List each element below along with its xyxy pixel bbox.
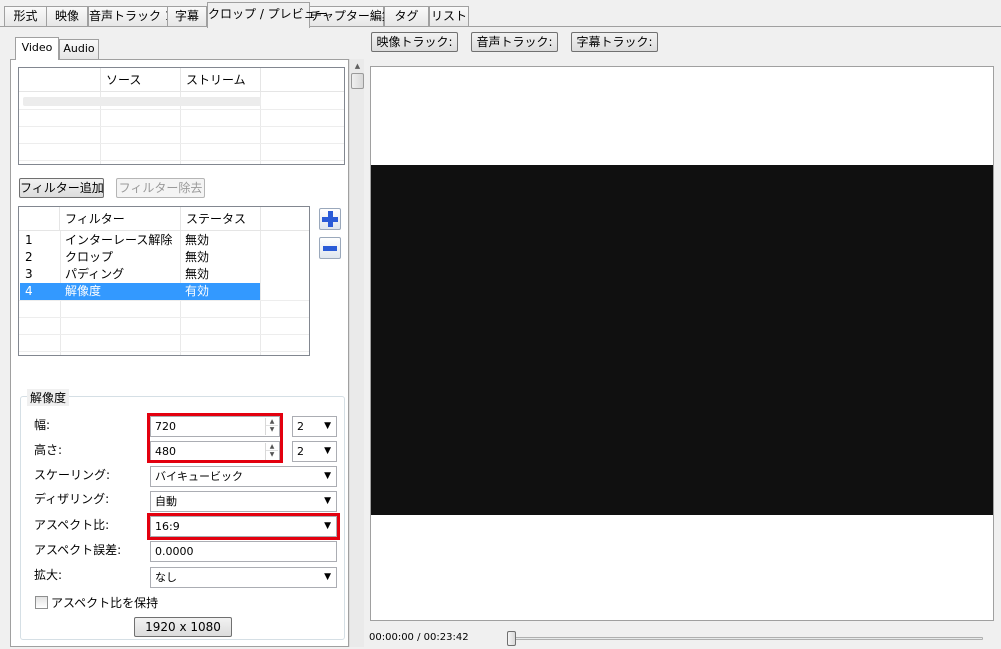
dither-select[interactable]: 自動 ▼ <box>150 491 337 512</box>
tab-video[interactable]: 映像 <box>46 6 88 27</box>
filter-row-number: 1 <box>25 233 33 247</box>
plus-icon <box>322 211 338 227</box>
preset-resolution-button[interactable]: 1920 x 1080 <box>134 617 232 637</box>
tab-subtitles[interactable]: 字幕 <box>167 6 207 27</box>
tab-audio-track-1[interactable]: 音声トラック 1 <box>88 6 172 27</box>
filter-row-status: 無効 <box>185 250 210 264</box>
dither-value: 自動 <box>155 495 177 508</box>
aspect-error-value: 0.0000 <box>155 545 194 558</box>
highlight-box-aspect <box>147 513 340 540</box>
filter-col-status[interactable]: ステータス <box>181 207 261 231</box>
zoom-select[interactable]: なし ▼ <box>150 567 337 588</box>
main-tab-bar: 形式 映像 音声トラック 1 字幕 クロップ / プレビュー チャプター編集 タ… <box>0 0 1001 28</box>
source-list-header: ソース ストリーム <box>19 68 344 92</box>
zoom-value: なし <box>155 571 177 584</box>
tab-format[interactable]: 形式 <box>4 6 47 27</box>
height-label: 高さ: <box>34 443 63 457</box>
tab-tags[interactable]: タグ <box>384 6 429 27</box>
filter-row-status: 無効 <box>185 267 210 281</box>
video-track-button[interactable]: 映像トラック: <box>371 32 458 52</box>
scaling-label: スケーリング: <box>34 468 111 482</box>
aspect-ratio-label: アスペクト比: <box>34 518 110 532</box>
filter-list-header: フィルター ステータス <box>19 207 309 231</box>
filter-row-name: 解像度 <box>60 283 180 300</box>
resolution-group-title: 解像度 <box>27 389 70 406</box>
chevron-down-icon: ▼ <box>324 572 331 582</box>
remove-filter-button[interactable]: フィルター除去 <box>116 178 205 198</box>
subtab-audio[interactable]: Audio <box>59 39 99 59</box>
tab-crop-preview[interactable]: クロップ / プレビュー <box>207 2 328 28</box>
scaling-value: バイキュービック <box>155 470 243 483</box>
keep-aspect-label[interactable]: アスペクト比を保持 <box>51 594 158 611</box>
filter-row-name: パディング <box>65 267 125 281</box>
source-col-stream[interactable]: ストリーム <box>181 68 261 92</box>
filter-list[interactable]: フィルター ステータス 1 インターレース解除 無効 2 クロップ 無効 3 パ… <box>18 206 310 356</box>
source-col-source[interactable]: ソース <box>101 68 181 92</box>
width-mod-select[interactable]: 2 ▼ <box>292 416 337 437</box>
video-frame <box>371 165 993 515</box>
aspect-error-label: アスペクト誤差: <box>34 543 122 557</box>
filter-col-name[interactable]: フィルター <box>60 207 181 231</box>
width-label: 幅: <box>34 418 51 432</box>
filter-row-name: クロップ <box>65 250 114 264</box>
highlight-box-size <box>147 413 283 463</box>
left-panel-scrollbar[interactable]: ▲ <box>349 59 364 647</box>
tab-list[interactable]: リスト <box>429 6 469 27</box>
scroll-thumb[interactable] <box>351 73 364 89</box>
seek-thumb[interactable] <box>507 631 516 646</box>
filter-row-number: 2 <box>25 250 33 264</box>
scaling-select[interactable]: バイキュービック ▼ <box>150 466 337 487</box>
audio-track-button[interactable]: 音声トラック: <box>471 32 558 52</box>
move-up-button[interactable] <box>319 208 341 230</box>
width-mod-value: 2 <box>297 420 304 433</box>
seek-track[interactable] <box>507 637 983 640</box>
scroll-up-icon[interactable]: ▲ <box>350 59 365 74</box>
move-down-button[interactable] <box>319 237 341 259</box>
filter-row-number: 4 <box>20 283 60 300</box>
chevron-down-icon: ▼ <box>324 471 331 481</box>
keep-aspect-checkbox[interactable] <box>35 596 48 609</box>
zoom-label: 拡大: <box>34 568 63 582</box>
dither-label: ディザリング: <box>34 492 110 506</box>
filter-row-status: 無効 <box>185 233 210 247</box>
chevron-down-icon: ▼ <box>324 421 331 431</box>
preview-area[interactable] <box>370 66 994 621</box>
filter-row-status: 有効 <box>180 283 260 300</box>
height-mod-select[interactable]: 2 ▼ <box>292 441 337 462</box>
minus-icon <box>323 246 337 251</box>
add-filter-button[interactable]: フィルター追加 <box>19 178 104 198</box>
height-mod-value: 2 <box>297 445 304 458</box>
chevron-down-icon: ▼ <box>324 446 331 456</box>
source-list[interactable]: ソース ストリーム <box>18 67 345 165</box>
source-col-index[interactable] <box>19 68 101 92</box>
subtab-video[interactable]: Video <box>15 37 59 60</box>
subtitle-track-button[interactable]: 字幕トラック: <box>571 32 658 52</box>
source-row-blurred[interactable] <box>23 97 261 106</box>
time-readout: 00:00:00 / 00:23:42 <box>369 632 469 643</box>
filter-col-index[interactable] <box>19 207 60 231</box>
chevron-down-icon: ▼ <box>324 496 331 506</box>
filter-row-number: 3 <box>25 267 33 281</box>
filter-row-name: インターレース解除 <box>65 233 173 247</box>
aspect-error-field[interactable]: 0.0000 <box>150 541 337 562</box>
